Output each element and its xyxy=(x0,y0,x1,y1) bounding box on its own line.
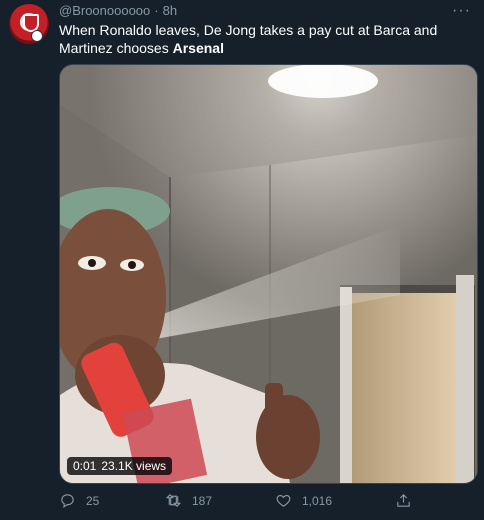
share-button[interactable] xyxy=(395,492,412,509)
tweet-text-plain: When Ronaldo leaves, De Jong takes a pay… xyxy=(59,22,438,56)
tweet-time[interactable]: 8h xyxy=(163,3,177,18)
like-button[interactable]: 1,016 xyxy=(275,492,332,509)
video-timestamp: 0:01 xyxy=(73,459,97,473)
avatar[interactable] xyxy=(9,4,49,44)
view-count: 23.1K views xyxy=(101,459,167,473)
reply-count: 25 xyxy=(86,493,100,508)
retweet-button[interactable]: 187 xyxy=(165,492,212,509)
ceiling-light xyxy=(268,65,378,98)
share-icon xyxy=(397,494,410,507)
retweet-count: 187 xyxy=(192,493,213,508)
like-count: 1,016 xyxy=(302,493,333,508)
tweet-text-bold: Arsenal xyxy=(172,40,224,56)
open-door xyxy=(350,293,460,483)
heart-icon xyxy=(276,494,291,507)
more-options-icon[interactable]: ··· xyxy=(452,2,471,20)
tweet-actions: 25 187 1,016 xyxy=(59,492,476,512)
reply-icon xyxy=(61,494,74,509)
separator-dot: · xyxy=(154,3,159,18)
retweet-icon xyxy=(165,494,182,507)
reply-button[interactable]: 25 xyxy=(59,492,99,509)
video-frame xyxy=(60,65,477,483)
tweet-text: When Ronaldo leaves, De Jong takes a pay… xyxy=(59,21,469,57)
video-player[interactable]: 0:01 23.1K views xyxy=(59,64,478,484)
video-badge: 0:01 23.1K views xyxy=(67,457,173,475)
user-handle[interactable]: @Broonoooooo xyxy=(59,3,150,18)
football-icon xyxy=(31,30,43,42)
tweet-header: @Broonoooooo · 8h xyxy=(59,3,177,18)
